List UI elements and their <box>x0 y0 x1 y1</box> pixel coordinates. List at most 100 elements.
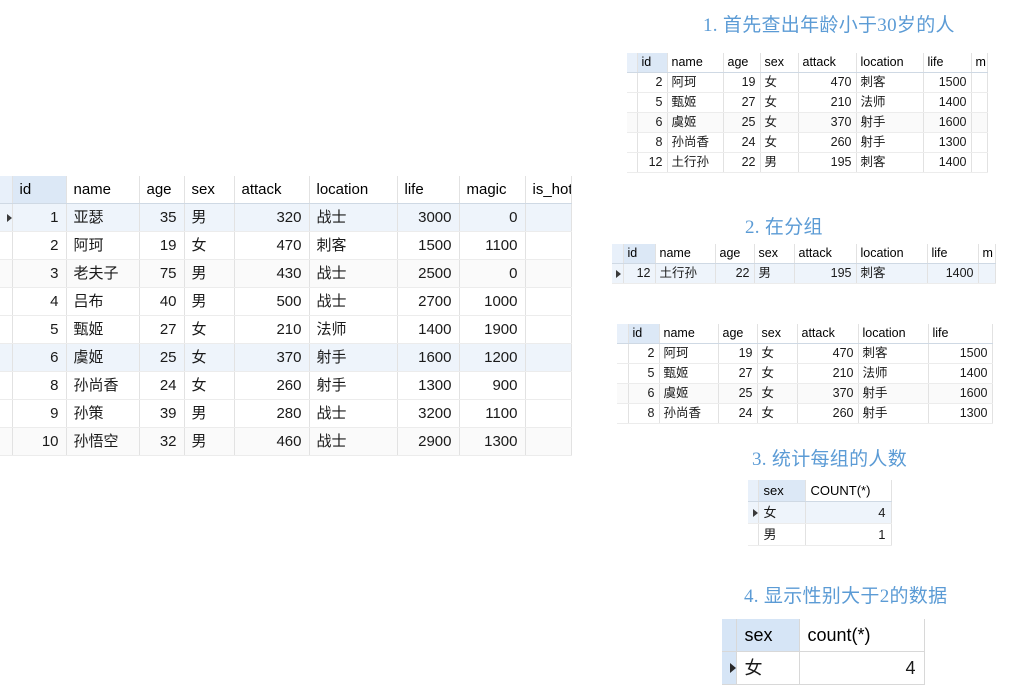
cell-m[interactable] <box>971 152 988 173</box>
cell-id[interactable]: 6 <box>637 112 668 133</box>
row-marker-cell[interactable] <box>0 399 13 428</box>
query3-result-grid[interactable]: id name age sex attack location life 2 阿珂 19 女 470… <box>617 324 993 424</box>
row-marker-cell[interactable] <box>748 501 759 524</box>
cell-attack[interactable]: 370 <box>797 383 859 404</box>
cell-attack[interactable]: 210 <box>798 92 857 113</box>
cell-is_hot[interactable] <box>525 371 572 400</box>
cell-location[interactable]: 射手 <box>856 132 924 153</box>
cell-name[interactable]: 虞姬 <box>66 343 140 372</box>
count-result-grid[interactable]: sex COUNT(*) 女4男1 <box>748 480 892 546</box>
cell-age[interactable]: 24 <box>718 403 758 424</box>
cell-magic[interactable]: 1000 <box>459 287 526 316</box>
table-row[interactable]: 9 孙策 39 男 280 战士 3200 1100 <box>0 399 572 428</box>
cell-id[interactable]: 2 <box>12 231 67 260</box>
column-header-id[interactable]: id <box>623 244 656 264</box>
cell-location[interactable]: 刺客 <box>858 343 929 364</box>
cell-sex[interactable]: 男 <box>184 427 235 456</box>
cell-location[interactable]: 战士 <box>309 259 398 288</box>
cell-m[interactable] <box>971 92 988 113</box>
table-row[interactable]: 2 阿珂 19 女 470 刺客 1500 1100 <box>0 231 572 260</box>
cell-name[interactable]: 虞姬 <box>659 383 719 404</box>
cell-name[interactable]: 阿珂 <box>66 231 140 260</box>
cell-name[interactable]: 亚瑟 <box>66 203 140 232</box>
cell-id[interactable]: 6 <box>12 343 67 372</box>
cell-sex[interactable]: 男 <box>184 259 235 288</box>
column-header-age[interactable]: age <box>715 244 755 264</box>
cell-sex[interactable]: 女 <box>736 651 800 685</box>
cell-id[interactable]: 5 <box>12 315 67 344</box>
cell-is_hot[interactable] <box>525 203 572 232</box>
cell-sex[interactable]: 女 <box>760 72 799 93</box>
cell-location[interactable]: 刺客 <box>856 263 928 284</box>
cell-count[interactable]: 4 <box>799 651 925 685</box>
cell-location[interactable]: 战士 <box>309 287 398 316</box>
column-header-age[interactable]: age <box>723 53 761 73</box>
table-row[interactable]: 5 甄姬 27 女 210 法师 1400 <box>627 92 988 113</box>
cell-name[interactable]: 孙尚香 <box>667 132 724 153</box>
table-row[interactable]: 1 亚瑟 35 男 320 战士 3000 0 <box>0 203 572 232</box>
table-row[interactable]: 男1 <box>748 523 892 546</box>
cell-location[interactable]: 法师 <box>856 92 924 113</box>
cell-life[interactable]: 1600 <box>923 112 972 133</box>
cell-name[interactable]: 孙尚香 <box>659 403 719 424</box>
row-marker-cell[interactable] <box>627 112 638 133</box>
row-marker-cell[interactable] <box>617 363 629 384</box>
column-header-location[interactable]: location <box>309 176 398 204</box>
cell-is_hot[interactable] <box>525 343 572 372</box>
cell-age[interactable]: 25 <box>723 112 761 133</box>
cell-age[interactable]: 25 <box>718 383 758 404</box>
cell-id[interactable]: 12 <box>637 152 668 173</box>
table-row[interactable]: 12 土行孙 22 男 195 刺客 1400 <box>627 152 988 173</box>
cell-life[interactable]: 3000 <box>397 203 460 232</box>
cell-attack[interactable]: 260 <box>798 132 857 153</box>
cell-attack[interactable]: 280 <box>234 399 310 428</box>
table-row[interactable]: 6 虞姬 25 女 370 射手 1600 1200 <box>0 343 572 372</box>
cell-m[interactable] <box>971 112 988 133</box>
row-marker-cell[interactable] <box>0 287 13 316</box>
row-marker-cell[interactable] <box>617 343 629 364</box>
cell-name[interactable]: 甄姬 <box>667 92 724 113</box>
row-marker-cell[interactable] <box>627 132 638 153</box>
cell-id[interactable]: 2 <box>628 343 660 364</box>
cell-sex[interactable]: 男 <box>184 203 235 232</box>
cell-age[interactable]: 24 <box>723 132 761 153</box>
cell-magic[interactable]: 1200 <box>459 343 526 372</box>
table-row[interactable]: 5 甄姬 27 女 210 法师 1400 <box>617 363 993 384</box>
cell-age[interactable]: 22 <box>715 263 755 284</box>
cell-age[interactable]: 32 <box>139 427 185 456</box>
table-row[interactable]: 3 老夫子 75 男 430 战士 2500 0 <box>0 259 572 288</box>
column-header-attack[interactable]: attack <box>798 53 857 73</box>
column-header-is-hot[interactable]: is_hot <box>525 176 572 204</box>
cell-attack[interactable]: 430 <box>234 259 310 288</box>
column-header-name[interactable]: name <box>655 244 716 264</box>
cell-m[interactable] <box>978 263 996 284</box>
cell-sex[interactable]: 女 <box>758 501 806 524</box>
cell-age[interactable]: 24 <box>139 371 185 400</box>
cell-name[interactable]: 孙悟空 <box>66 427 140 456</box>
cell-location[interactable]: 战士 <box>309 427 398 456</box>
column-header-life[interactable]: life <box>928 324 993 344</box>
cell-attack[interactable]: 260 <box>797 403 859 424</box>
column-header-id[interactable]: id <box>637 53 668 73</box>
cell-attack[interactable]: 320 <box>234 203 310 232</box>
cell-count[interactable]: 1 <box>805 523 892 546</box>
cell-magic[interactable]: 1900 <box>459 315 526 344</box>
cell-magic[interactable]: 1100 <box>459 399 526 428</box>
query1-result-grid[interactable]: id name age sex attack location life m 2 阿珂 19 女 47… <box>627 53 988 173</box>
row-marker-cell[interactable] <box>0 315 13 344</box>
table-row[interactable]: 6 虞姬 25 女 370 射手 1600 <box>627 112 988 133</box>
column-header-age[interactable]: age <box>718 324 758 344</box>
cell-life[interactable]: 2900 <box>397 427 460 456</box>
cell-name[interactable]: 老夫子 <box>66 259 140 288</box>
main-result-grid[interactable]: id name age sex attack location life magic is_ho… <box>0 176 572 456</box>
cell-name[interactable]: 阿珂 <box>659 343 719 364</box>
cell-age[interactable]: 19 <box>723 72 761 93</box>
cell-id[interactable]: 1 <box>12 203 67 232</box>
cell-name[interactable]: 甄姬 <box>66 315 140 344</box>
cell-name[interactable]: 孙策 <box>66 399 140 428</box>
row-marker-cell[interactable] <box>0 203 13 232</box>
count-grid-body[interactable]: 女4男1 <box>748 501 892 546</box>
row-marker-cell[interactable] <box>617 383 629 404</box>
main-grid-body[interactable]: 1 亚瑟 35 男 320 战士 3000 0 2 阿珂 19 女 470 刺客 1500 1100 3 老夫子 7… <box>0 203 572 456</box>
column-header-name[interactable]: name <box>66 176 140 204</box>
